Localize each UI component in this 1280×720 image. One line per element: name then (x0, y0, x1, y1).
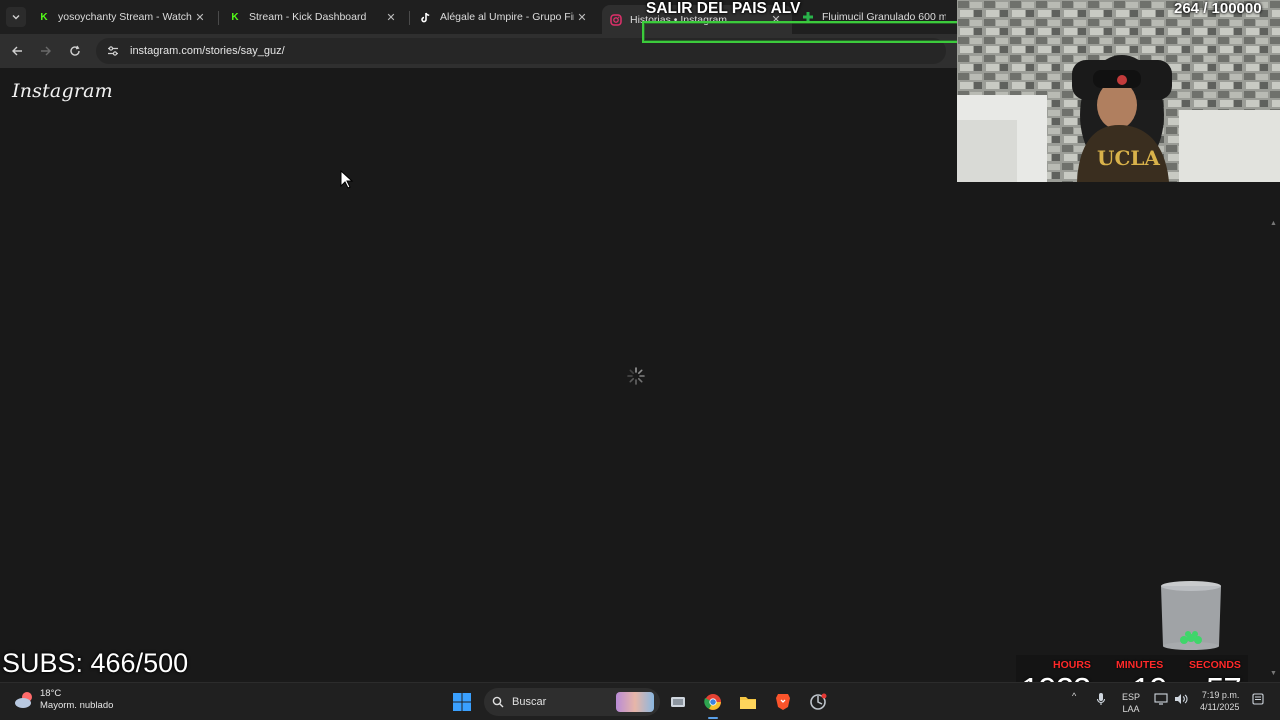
search-label: Buscar (512, 696, 547, 708)
tab-kick-watch[interactable]: K yosoychanty Stream - Watch Li ✕ (30, 5, 216, 29)
kick-icon: K (231, 11, 239, 23)
scroll-down-arrow[interactable]: ▼ (1270, 670, 1277, 677)
close-icon[interactable]: ✕ (574, 11, 590, 24)
language-code: ESP (1122, 692, 1141, 702)
app-icon (810, 693, 827, 710)
brave-button[interactable] (772, 691, 794, 713)
tip-jar-icon (1161, 581, 1221, 650)
chevron-down-icon (12, 15, 20, 20)
system-clock[interactable]: 7:19 p.m. 4/11/2025 (1200, 689, 1239, 713)
folder-icon (740, 696, 756, 709)
tab-tiktok[interactable]: Alégale al Umpire - Grupo Firm ✕ (412, 5, 598, 29)
language-indicator[interactable]: ESP LAA (1122, 691, 1140, 715)
goal-counter: 264 / 100000 (1174, 0, 1262, 17)
keyboard-layout: LAA (1122, 704, 1140, 714)
reload-button[interactable] (64, 40, 86, 62)
tab-separator (218, 11, 219, 25)
chrome-button[interactable] (702, 691, 724, 713)
back-button[interactable] (6, 40, 28, 62)
mouse-cursor-icon (340, 170, 354, 189)
arrow-right-icon (41, 46, 51, 56)
subs-counter: SUBS: 466/500 (2, 648, 189, 678)
reload-icon (70, 45, 80, 56)
kick-icon: K (40, 11, 48, 23)
taskbar-search[interactable]: Buscar (484, 688, 660, 716)
site-settings-icon[interactable] (106, 44, 120, 58)
close-icon[interactable]: ✕ (383, 11, 399, 24)
search-highlight-image (616, 692, 654, 712)
screen: K yosoychanty Stream - Watch Li ✕ K Stre… (0, 0, 1280, 720)
chrome-icon (704, 694, 721, 710)
tab-search-button[interactable] (6, 7, 26, 27)
weather-desc: Mayorm. nublado (40, 700, 114, 711)
scroll-up-arrow[interactable]: ▲ (1270, 220, 1277, 227)
clock-time: 7:19 p.m. (1201, 690, 1240, 700)
tiktok-icon (420, 11, 432, 23)
file-explorer-button[interactable] (737, 691, 759, 713)
active-app-indicator (708, 717, 718, 719)
weather-temp: 18°C (40, 688, 62, 699)
volume-icon[interactable] (1174, 693, 1188, 707)
cloudy-weather-icon (15, 692, 32, 708)
tab-title: Alégale al Umpire - Grupo Firm (440, 11, 574, 23)
start-button[interactable] (451, 691, 473, 713)
brave-icon (776, 694, 790, 710)
timer-minutes-label: MINUTES (1116, 659, 1164, 671)
network-icon[interactable] (1154, 693, 1168, 707)
tab-separator (409, 11, 410, 25)
notification-icon[interactable] (1252, 693, 1264, 707)
stream-title-overlay: SALIR DEL PAIS ALV (646, 0, 801, 17)
instagram-icon (610, 13, 622, 26)
task-view-icon (671, 697, 685, 707)
webcam-image: UCLA (957, 0, 1280, 182)
arrow-left-icon (12, 46, 22, 56)
tray-expand-icon[interactable]: ^ (1072, 691, 1076, 701)
search-icon (492, 696, 504, 708)
loading-spinner-icon (627, 367, 645, 385)
tab-title: yosoychanty Stream - Watch Li (58, 11, 192, 23)
webcam-feed: UCLA (957, 0, 1280, 182)
microphone-icon[interactable] (1096, 692, 1106, 708)
windows-taskbar: 18°C Mayorm. nublado Buscar ^ ESP LAA 7:… (0, 682, 1280, 720)
instagram-logo[interactable]: Instagram (12, 80, 113, 102)
weather-widget[interactable]: 18°C Mayorm. nublado (14, 688, 113, 712)
app-button[interactable] (807, 691, 829, 713)
svg-text:UCLA: UCLA (1097, 146, 1160, 170)
tab-title: Stream - Kick Dashboard (249, 11, 367, 23)
clock-date: 4/11/2025 (1200, 702, 1240, 712)
task-view-button[interactable] (667, 691, 689, 713)
tab-kick-dashboard[interactable]: K Stream - Kick Dashboard ✕ (221, 5, 407, 29)
url-text: instagram.com/stories/say_guz/ (130, 45, 285, 57)
timer-seconds-label: SECONDS (1189, 659, 1241, 671)
close-icon[interactable]: ✕ (192, 11, 208, 24)
windows-logo-icon (453, 693, 471, 711)
forward-button[interactable] (35, 40, 57, 62)
timer-hours-label: HOURS (1053, 659, 1091, 671)
